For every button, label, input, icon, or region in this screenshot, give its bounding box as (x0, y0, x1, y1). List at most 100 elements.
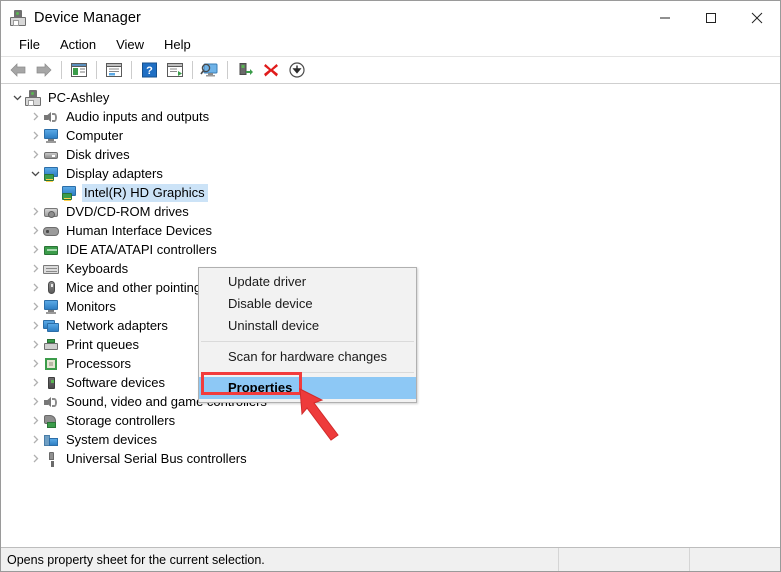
tree-node-label: Software devices (64, 374, 168, 392)
context-menu-item-uninstall-device[interactable]: Uninstall device (199, 315, 416, 337)
tree-node-label: Processors (64, 355, 134, 373)
hid-gamepad-icon (43, 223, 59, 239)
context-menu-separator (201, 341, 414, 342)
tree-node-computer[interactable]: Computer (1, 126, 780, 145)
context-menu-item-update-driver[interactable]: Update driver (199, 271, 416, 293)
status-bar: Opens property sheet for the current sel… (1, 547, 780, 571)
menu-action[interactable]: Action (50, 35, 106, 55)
display-adapter-icon (61, 185, 77, 201)
tree-node-storage-controllers[interactable]: Storage controllers (1, 411, 780, 430)
chevron-right-icon[interactable] (27, 145, 43, 164)
display-adapter-icon (43, 166, 59, 182)
svg-text:?: ? (146, 65, 153, 77)
tree-node-label: Print queues (64, 336, 142, 354)
disk-drive-icon (43, 147, 59, 163)
chevron-right-icon[interactable] (27, 354, 43, 373)
menu-view[interactable]: View (106, 35, 154, 55)
scan-monitor-icon[interactable] (197, 58, 223, 82)
toolbar-separator (192, 61, 193, 79)
title-bar: Device Manager (1, 1, 780, 34)
tree-node-ide-ata-atapi-controllers[interactable]: IDE ATA/ATAPI controllers (1, 240, 780, 259)
menu-help[interactable]: Help (154, 35, 201, 55)
context-menu-item-properties[interactable]: Properties (199, 377, 416, 399)
tree-node-display-adapters[interactable]: Display adapters (1, 164, 780, 183)
tree-node-universal-serial-bus-controllers[interactable]: Universal Serial Bus controllers (1, 449, 780, 468)
chevron-down-icon[interactable] (9, 88, 25, 107)
chevron-right-icon[interactable] (27, 297, 43, 316)
uninstall-red-x-icon[interactable] (258, 58, 284, 82)
properties-window-icon[interactable] (101, 58, 127, 82)
context-menu-item-scan-for-hardware-changes[interactable]: Scan for hardware changes (199, 346, 416, 368)
tree-node-label: Human Interface Devices (64, 222, 215, 240)
software-device-icon (43, 375, 59, 391)
minimize-icon[interactable] (642, 1, 688, 34)
tree-node-system-devices[interactable]: System devices (1, 430, 780, 449)
tree-node-label: Display adapters (64, 165, 166, 183)
device-manager-icon (10, 10, 26, 26)
tree-node-audio-inputs-and-outputs[interactable]: Audio inputs and outputs (1, 107, 780, 126)
dvd-drive-icon (43, 204, 59, 220)
status-pane-3 (690, 548, 780, 571)
help-question-icon[interactable]: ? (136, 58, 162, 82)
chevron-right-icon[interactable] (27, 259, 43, 278)
storage-controller-icon (43, 413, 59, 429)
system-device-icon (43, 432, 59, 448)
monitor-icon (43, 299, 59, 315)
chevron-right-icon[interactable] (27, 392, 43, 411)
status-message: Opens property sheet for the current sel… (1, 548, 559, 571)
close-icon[interactable] (734, 1, 780, 34)
tree-node-label: Audio inputs and outputs (64, 108, 212, 126)
menu-file[interactable]: File (9, 35, 50, 55)
chevron-right-icon[interactable] (27, 430, 43, 449)
processor-chip-icon (43, 356, 59, 372)
tree-node-label: IDE ATA/ATAPI controllers (64, 241, 220, 259)
context-menu-item-disable-device[interactable]: Disable device (199, 293, 416, 315)
maximize-icon[interactable] (688, 1, 734, 34)
tree-node-disk-drives[interactable]: Disk drives (1, 145, 780, 164)
forward-arrow-icon[interactable] (31, 58, 57, 82)
toolbar: ? (1, 56, 780, 84)
chevron-right-icon[interactable] (27, 316, 43, 335)
chevron-down-icon[interactable] (27, 164, 43, 183)
back-arrow-icon[interactable] (5, 58, 31, 82)
chevron-right-icon[interactable] (27, 240, 43, 259)
chevron-right-icon[interactable] (27, 411, 43, 430)
chevron-right-icon[interactable] (27, 373, 43, 392)
device-manager-window: Device Manager File Action View Help (0, 0, 781, 572)
toolbar-separator (227, 61, 228, 79)
chevron-right-icon[interactable] (27, 202, 43, 221)
tree-node-label: PC-Ashley (46, 89, 112, 107)
monitor-icon (43, 128, 59, 144)
tree-node-label: Computer (64, 127, 126, 145)
tree-node-intel-hd-graphics[interactable]: Intel(R) HD Graphics (1, 183, 780, 202)
window-title: Device Manager (34, 10, 141, 26)
computer-tower-icon (25, 90, 41, 106)
window-controls (642, 1, 780, 34)
chevron-right-icon[interactable] (27, 449, 43, 468)
mouse-icon (43, 280, 59, 296)
tree-node-label: System devices (64, 431, 160, 449)
chevron-right-icon[interactable] (27, 126, 43, 145)
device-tree[interactable]: PC-Ashley Audio inputs and outputs Compu… (1, 84, 780, 547)
update-driver-icon[interactable] (162, 58, 188, 82)
ide-controller-icon (43, 242, 59, 258)
console-tree-icon[interactable] (66, 58, 92, 82)
context-menu[interactable]: Update driver Disable device Uninstall d… (198, 267, 417, 403)
download-circle-icon[interactable] (284, 58, 310, 82)
tree-node-human-interface-devices[interactable]: Human Interface Devices (1, 221, 780, 240)
tree-node-root[interactable]: PC-Ashley (1, 88, 780, 107)
chevron-right-icon[interactable] (27, 221, 43, 240)
tree-node-label: DVD/CD-ROM drives (64, 203, 192, 221)
toolbar-separator (61, 61, 62, 79)
tree-node-label: Storage controllers (64, 412, 178, 430)
tree-node-dvd-cd-rom-drives[interactable]: DVD/CD-ROM drives (1, 202, 780, 221)
network-adapter-icon (43, 318, 59, 334)
printer-icon (43, 337, 59, 353)
chevron-right-icon[interactable] (27, 335, 43, 354)
speaker-icon (43, 109, 59, 125)
speaker-icon (43, 394, 59, 410)
chevron-right-icon[interactable] (27, 107, 43, 126)
usb-controller-icon (43, 451, 59, 467)
enable-device-icon[interactable] (232, 58, 258, 82)
chevron-right-icon[interactable] (27, 278, 43, 297)
